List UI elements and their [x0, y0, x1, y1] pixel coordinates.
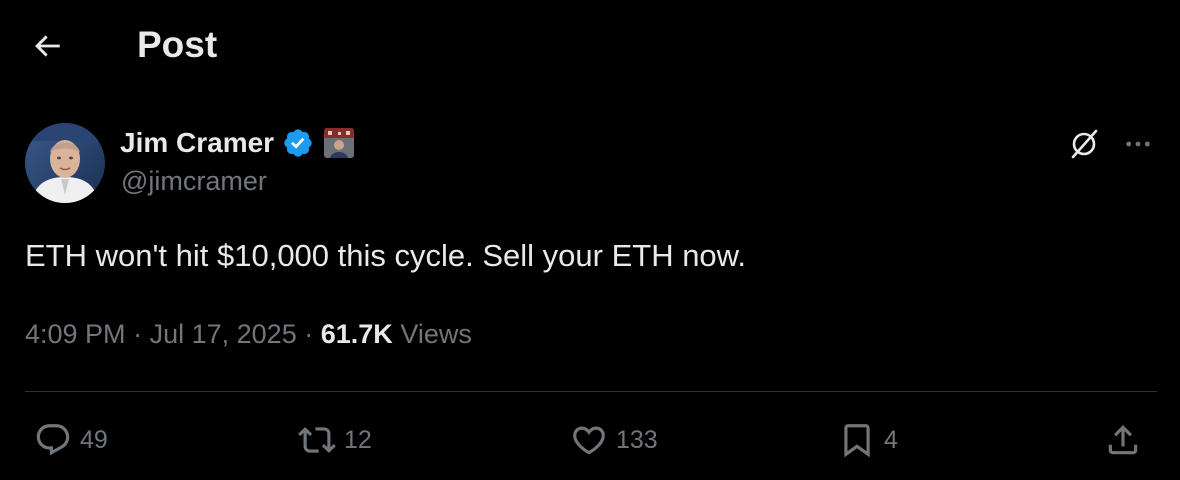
avatar[interactable] — [25, 123, 105, 203]
header: Post — [0, 0, 1180, 90]
bookmark-count: 4 — [884, 425, 898, 454]
repost-count: 12 — [344, 425, 372, 454]
repost-icon — [298, 427, 336, 453]
meta-separator: · — [304, 319, 314, 349]
tweet-date[interactable]: Jul 17, 2025 — [150, 319, 297, 349]
bookmark-icon — [844, 424, 870, 458]
verified-badge-icon[interactable] — [282, 127, 314, 159]
affiliate-badge-icon[interactable] — [324, 128, 355, 158]
author-handle[interactable]: @jimcramer — [121, 166, 267, 197]
like-icon — [573, 426, 605, 455]
repost-button[interactable]: 12 — [298, 416, 372, 464]
back-arrow-icon — [35, 35, 60, 57]
like-count: 133 — [616, 425, 658, 454]
reply-button[interactable]: 49 — [34, 416, 108, 464]
like-button[interactable]: 133 — [570, 416, 658, 464]
meta-separator: · — [133, 319, 143, 349]
tweet-text: ETH won't hit $10,000 this cycle. Sell y… — [25, 238, 746, 273]
page-title: Post — [137, 24, 218, 65]
tweet-meta: 4:09 PM · Jul 17, 2025 · 61.7K Views — [25, 319, 472, 350]
views-count[interactable]: 61.7K — [321, 319, 393, 349]
grok-button[interactable] — [1064, 124, 1104, 164]
more-icon — [1126, 141, 1150, 147]
grok-icon — [1071, 129, 1098, 159]
views-label: Views — [400, 319, 472, 349]
more-options-button[interactable] — [1118, 124, 1158, 164]
divider — [25, 391, 1157, 392]
share-button[interactable] — [1104, 416, 1142, 464]
share-icon — [1108, 425, 1138, 455]
back-button[interactable] — [27, 26, 67, 66]
author-name-row: Jim Cramer — [120, 124, 355, 162]
reply-count: 49 — [80, 425, 108, 454]
author-display-name[interactable]: Jim Cramer — [120, 127, 274, 159]
bookmark-button[interactable]: 4 — [838, 416, 898, 464]
reply-icon — [36, 424, 70, 456]
tweet-time[interactable]: 4:09 PM — [25, 319, 126, 349]
